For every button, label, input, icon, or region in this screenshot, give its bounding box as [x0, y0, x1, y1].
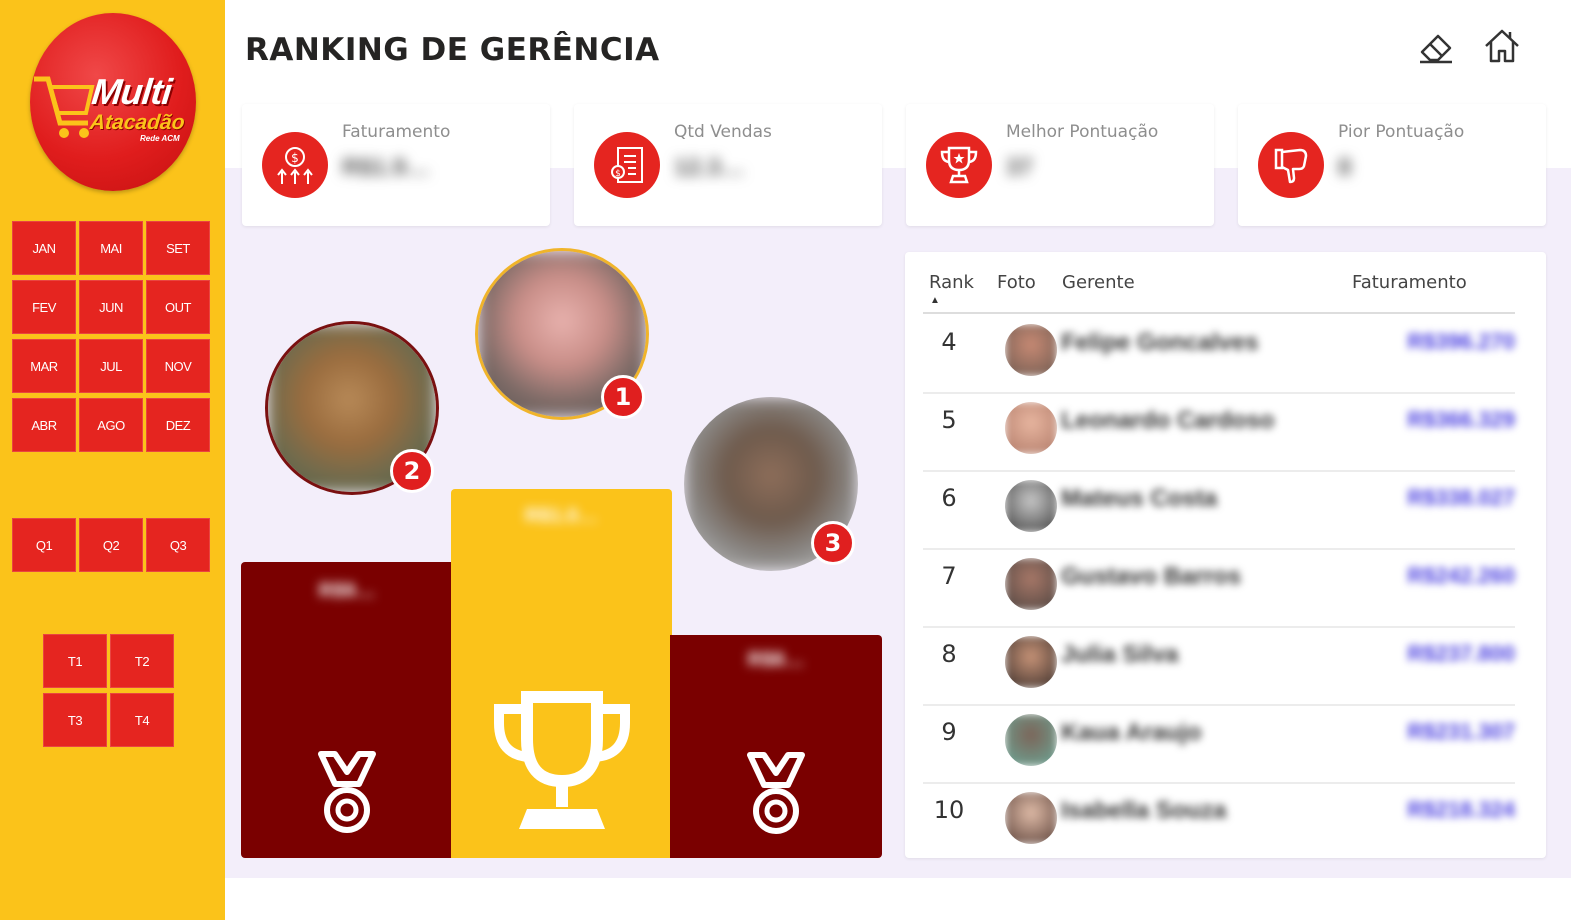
month-button-abr[interactable]: ABR — [12, 398, 76, 452]
kpi-card-melhor-pontuacao: Melhor Pontuação 37 — [906, 104, 1214, 226]
rank-cell: 10 — [933, 796, 965, 824]
column-header-rank[interactable]: Rank — [929, 272, 974, 293]
podium-second-place: R$9… — [241, 562, 453, 858]
trimester-button-t3[interactable]: T3 — [43, 693, 107, 747]
table-row[interactable]: 10 Isabella Souza R$218.324 — [923, 782, 1515, 860]
month-button-ago[interactable]: AGO — [79, 398, 143, 452]
kpi-value: 12.3… — [674, 154, 745, 181]
faturamento-cell: R$218.324 — [1407, 797, 1515, 822]
home-icon[interactable] — [1482, 26, 1522, 66]
kpi-card-pior-pontuacao: Pior Pontuação 8 — [1238, 104, 1546, 226]
sidebar: Multi Atacadão Rede ACM JAN MAI SET FEV … — [0, 0, 225, 920]
avatar — [1005, 402, 1057, 454]
rank-badge-1: 1 — [601, 375, 645, 419]
table-row[interactable]: 4 Felipe Goncalves R$396.270 — [923, 314, 1515, 394]
trimester-button-t4[interactable]: T4 — [110, 693, 174, 747]
month-button-fev[interactable]: FEV — [12, 280, 76, 334]
column-header-gerente[interactable]: Gerente — [1062, 272, 1135, 293]
money-growth-icon: $ — [262, 132, 328, 198]
receipt-icon: $ — [594, 132, 660, 198]
podium-third-value: R$8… — [747, 649, 805, 671]
avatar — [1005, 714, 1057, 766]
svg-text:$: $ — [615, 169, 621, 179]
avatar — [1005, 324, 1057, 376]
trimester-button-t1[interactable]: T1 — [43, 634, 107, 688]
rank-badge-2: 2 — [390, 449, 434, 493]
trophy-icon — [494, 691, 630, 829]
kpi-value: R$1.9… — [342, 154, 431, 181]
rank-cell: 8 — [941, 640, 957, 668]
faturamento-cell: R$231.307 — [1407, 719, 1515, 744]
table-row[interactable]: 6 Mateus Costa R$338.027 — [923, 470, 1515, 550]
quarter-button-q2[interactable]: Q2 — [79, 518, 143, 572]
month-button-mai[interactable]: MAI — [79, 221, 143, 275]
faturamento-cell: R$396.270 — [1407, 329, 1515, 354]
month-button-jul[interactable]: JUL — [79, 339, 143, 393]
table-row[interactable]: 5 Leonardo Cardoso R$366.329 — [923, 392, 1515, 472]
kpi-card-faturamento: $ Faturamento R$1.9… — [242, 104, 550, 226]
gerente-cell: Leonardo Cardoso — [1061, 407, 1275, 434]
logo-text-multi: Multi — [89, 71, 174, 112]
faturamento-cell: R$237.800 — [1407, 641, 1515, 666]
month-button-jun[interactable]: JUN — [79, 280, 143, 334]
gerente-cell: Julia Silva — [1061, 641, 1179, 668]
multi-atacadao-logo: Multi Atacadão Rede ACM — [30, 13, 196, 191]
kpi-value: 37 — [1006, 154, 1033, 181]
avatar — [1005, 480, 1057, 532]
avatar — [1005, 792, 1057, 844]
table-row[interactable]: 8 Julia Silva R$237.800 — [923, 626, 1515, 706]
kpi-label: Melhor Pontuação — [1006, 122, 1159, 142]
quarter-button-q1[interactable]: Q1 — [12, 518, 76, 572]
month-button-nov[interactable]: NOV — [146, 339, 210, 393]
podium-second-value: R$9… — [318, 580, 376, 602]
podium-first-place: R$1.0… — [451, 489, 672, 858]
rank-cell: 9 — [941, 718, 957, 746]
gerente-cell: Isabella Souza — [1061, 797, 1227, 824]
medal-icon — [747, 752, 805, 834]
podium-first-value: R$1.0… — [524, 505, 599, 527]
medal-icon — [318, 751, 376, 833]
kpi-label: Qtd Vendas — [674, 122, 772, 142]
kpi-label: Pior Pontuação — [1338, 122, 1465, 142]
month-button-out[interactable]: OUT — [146, 280, 210, 334]
faturamento-cell: R$242.260 — [1407, 563, 1515, 588]
month-button-mar[interactable]: MAR — [12, 339, 76, 393]
quarter-button-q3[interactable]: Q3 — [146, 518, 210, 572]
column-header-foto[interactable]: Foto — [997, 272, 1036, 293]
month-button-dez[interactable]: DEZ — [146, 398, 210, 452]
kpi-label: Faturamento — [342, 122, 451, 142]
avatar — [1005, 558, 1057, 610]
gerente-cell: Mateus Costa — [1061, 485, 1218, 512]
month-button-jan[interactable]: JAN — [12, 221, 76, 275]
podium-third-place: R$8… — [670, 635, 882, 858]
rank-cell: 6 — [941, 484, 957, 512]
month-button-set[interactable]: SET — [146, 221, 210, 275]
trimester-button-t2[interactable]: T2 — [110, 634, 174, 688]
gerente-cell: Felipe Goncalves — [1061, 329, 1259, 356]
gerente-cell: Kaua Araujo — [1061, 719, 1202, 746]
gerente-cell: Gustavo Barros — [1061, 563, 1242, 590]
page-title: RANKING DE GERÊNCIA — [245, 32, 660, 68]
table-row[interactable]: 7 Gustavo Barros R$242.260 — [923, 548, 1515, 628]
table-row[interactable]: 9 Kaua Araujo R$231.307 — [923, 704, 1515, 784]
rank-badge-3: 3 — [811, 521, 855, 565]
kpi-card-qtd-vendas: $ Qtd Vendas 12.3… — [574, 104, 882, 226]
column-header-faturamento[interactable]: Faturamento — [1352, 272, 1467, 293]
ranking-table: Rank ▲ Foto Gerente Faturamento 4 Felipe… — [905, 252, 1546, 858]
trophy-icon — [926, 132, 992, 198]
logo-text-atacadao: Atacadão — [88, 111, 186, 134]
eraser-icon[interactable] — [1416, 26, 1456, 66]
rank-cell: 4 — [941, 328, 957, 356]
svg-text:$: $ — [291, 151, 299, 165]
sort-ascending-icon: ▲ — [930, 295, 940, 306]
kpi-value: 8 — [1338, 154, 1352, 181]
rank-cell: 7 — [941, 562, 957, 590]
avatar — [1005, 636, 1057, 688]
rank-cell: 5 — [941, 406, 957, 434]
thumbs-down-icon — [1258, 132, 1324, 198]
logo-text-rede: Rede ACM — [140, 134, 180, 143]
faturamento-cell: R$338.027 — [1407, 485, 1515, 510]
faturamento-cell: R$366.329 — [1407, 407, 1515, 432]
